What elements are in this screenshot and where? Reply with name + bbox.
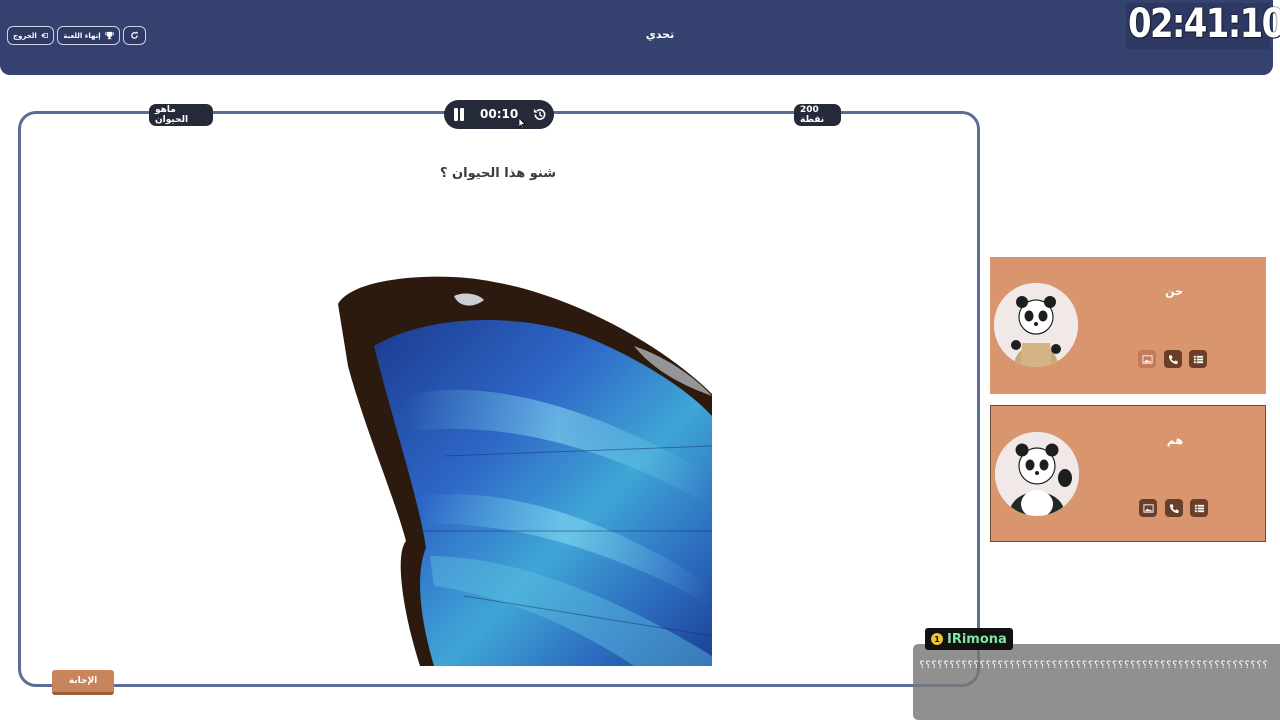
mouse-cursor-icon xyxy=(519,118,526,129)
question-timer: 00:10 xyxy=(444,100,554,129)
list-icon xyxy=(1194,504,1204,512)
answer-button[interactable]: الإجابة xyxy=(52,670,114,695)
panda-avatar-icon xyxy=(995,432,1079,516)
team-call-button[interactable] xyxy=(1164,350,1182,368)
trophy-icon xyxy=(104,31,114,40)
refresh-button[interactable] xyxy=(123,26,146,45)
pause-button[interactable] xyxy=(453,108,465,121)
reset-timer-icon[interactable] xyxy=(532,107,547,122)
stream-timer-overlay: 02:41:10 xyxy=(1126,1,1280,49)
timer-value: 00:10 xyxy=(480,107,519,121)
top-header: الخروج إنهاء اللعبة تحدي xyxy=(0,0,1273,75)
butterfly-wing-image xyxy=(338,276,713,666)
end-game-button-label: إنهاء اللعبة xyxy=(63,31,101,40)
team-list-button[interactable] xyxy=(1189,350,1207,368)
team-image-button[interactable] xyxy=(1138,350,1156,368)
category-chip: ماهو الحيوان xyxy=(149,104,213,126)
phone-icon xyxy=(1169,503,1179,513)
team-image-button[interactable] xyxy=(1139,499,1157,517)
chat-user-badge: 1 xyxy=(931,633,943,645)
team-call-button[interactable] xyxy=(1165,499,1183,517)
team-name: هم xyxy=(1166,434,1184,447)
team-card: هم xyxy=(990,405,1266,542)
chat-message: ؟؟؟؟؟؟؟؟؟؟؟؟؟؟؟؟؟؟؟؟؟؟؟؟؟؟؟؟؟؟؟؟؟؟؟؟؟؟؟؟… xyxy=(919,660,1269,671)
question-text: شنو هذا الحيوان ؟ xyxy=(439,166,557,181)
refresh-icon xyxy=(131,31,138,39)
team-avatar xyxy=(995,432,1079,516)
stream-timer-text: 02:41:10 xyxy=(1128,1,1280,47)
phone-icon xyxy=(1168,354,1178,364)
panda-avatar-icon xyxy=(994,283,1078,367)
team-name: حن xyxy=(1165,285,1183,298)
image-icon xyxy=(1142,503,1154,513)
chat-username: IRimona xyxy=(947,631,1007,647)
exit-icon xyxy=(41,32,48,39)
pause-icon xyxy=(454,108,458,121)
team-card: حن xyxy=(990,257,1266,394)
exit-button[interactable]: الخروج xyxy=(7,26,54,45)
image-icon xyxy=(1141,354,1153,364)
end-game-button[interactable]: إنهاء اللعبة xyxy=(57,26,120,45)
chat-username-tag: 1 IRimona xyxy=(925,628,1013,650)
team-list-button[interactable] xyxy=(1190,499,1208,517)
points-chip: 200 نقطة xyxy=(794,104,841,126)
page-title: تحدي xyxy=(645,28,675,41)
list-icon xyxy=(1193,355,1203,363)
team-avatar xyxy=(994,283,1078,367)
exit-button-label: الخروج xyxy=(13,31,37,40)
